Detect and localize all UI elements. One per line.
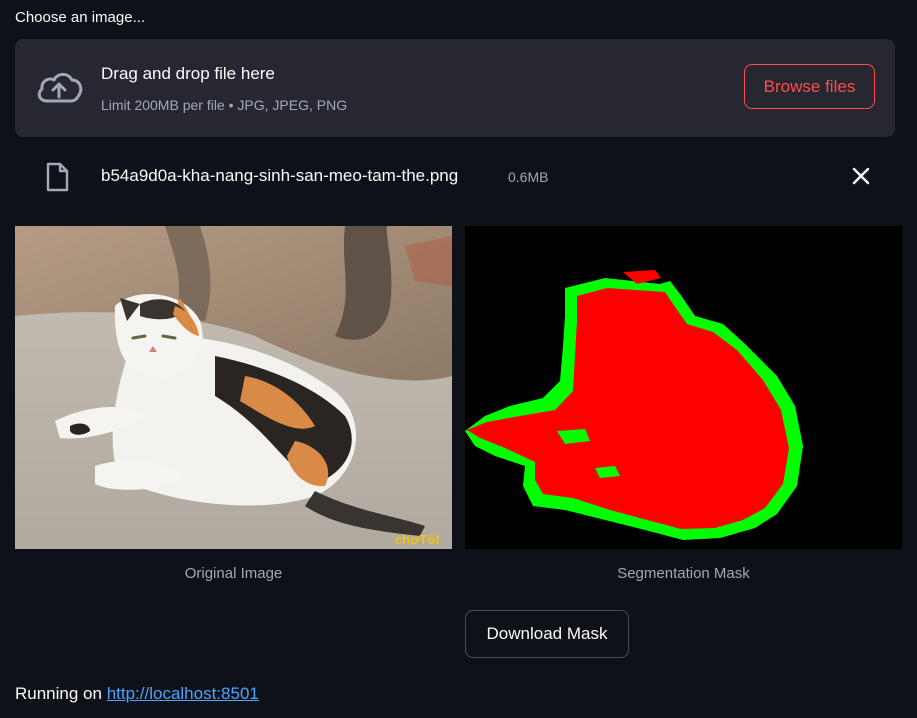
uploaded-file-row: b54a9d0a-kha-nang-sinh-san-meo-tam-the.p… — [15, 152, 895, 202]
segmentation-mask-caption: Segmentation Mask — [617, 565, 750, 582]
file-dropzone[interactable]: Drag and drop file here Limit 200MB per … — [15, 39, 895, 137]
browse-files-button[interactable]: Browse files — [744, 64, 875, 109]
cloud-upload-icon — [37, 72, 83, 103]
uploader-label: Choose an image... — [15, 9, 146, 26]
close-icon[interactable] — [849, 164, 873, 188]
original-image-caption: Original Image — [184, 565, 283, 582]
running-prefix: Running on — [15, 684, 107, 703]
dropzone-title: Drag and drop file here — [101, 64, 275, 83]
watermark-text: chợTốt — [395, 532, 440, 547]
segmentation-mask-image — [465, 226, 902, 549]
localhost-link[interactable]: http://localhost:8501 — [107, 684, 259, 703]
file-size: 0.6MB — [508, 169, 549, 185]
dropzone-limit: Limit 200MB per file • JPG, JPEG, PNG — [101, 97, 348, 113]
original-image: chợTốt — [15, 226, 452, 549]
file-icon — [46, 162, 69, 192]
file-name: b54a9d0a-kha-nang-sinh-san-meo-tam-the.p… — [101, 166, 459, 185]
running-status: Running on http://localhost:8501 — [15, 684, 259, 704]
download-mask-button[interactable]: Download Mask — [465, 610, 629, 658]
